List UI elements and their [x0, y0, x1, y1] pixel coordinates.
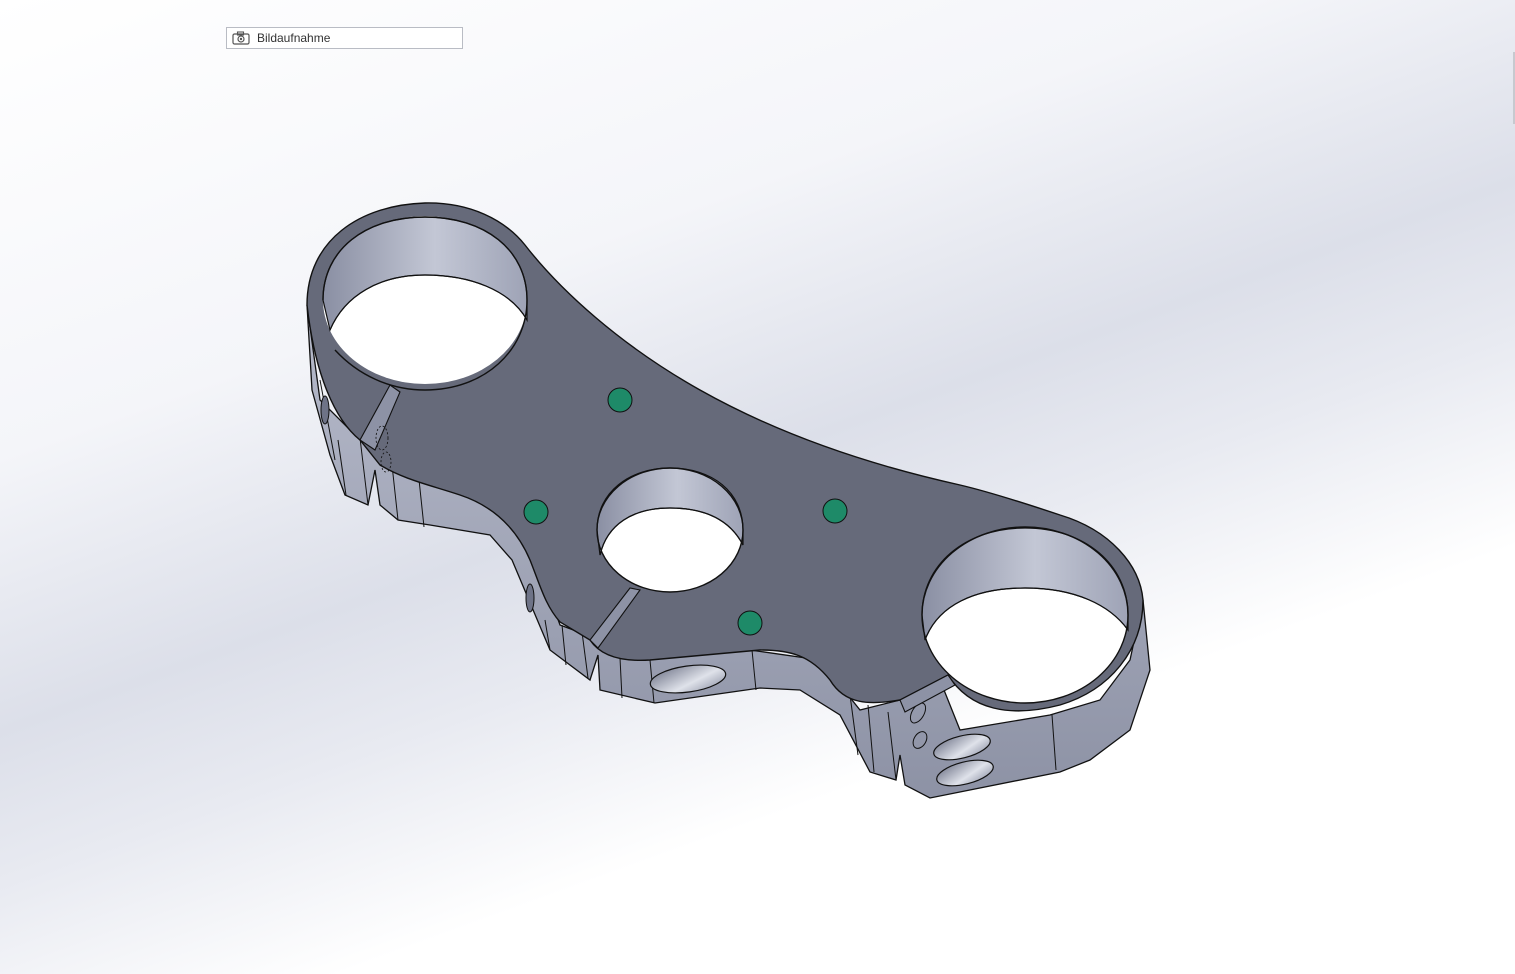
dowel-pin-1[interactable]	[607, 387, 633, 413]
graphics-viewport[interactable]: Bildaufnahme	[0, 0, 1515, 974]
dowel-pin-2[interactable]	[523, 499, 549, 525]
dowel-pin-3[interactable]	[822, 498, 848, 524]
dowel-pin-4[interactable]	[737, 610, 763, 636]
triple-clamp-3d-model[interactable]	[0, 0, 1515, 974]
